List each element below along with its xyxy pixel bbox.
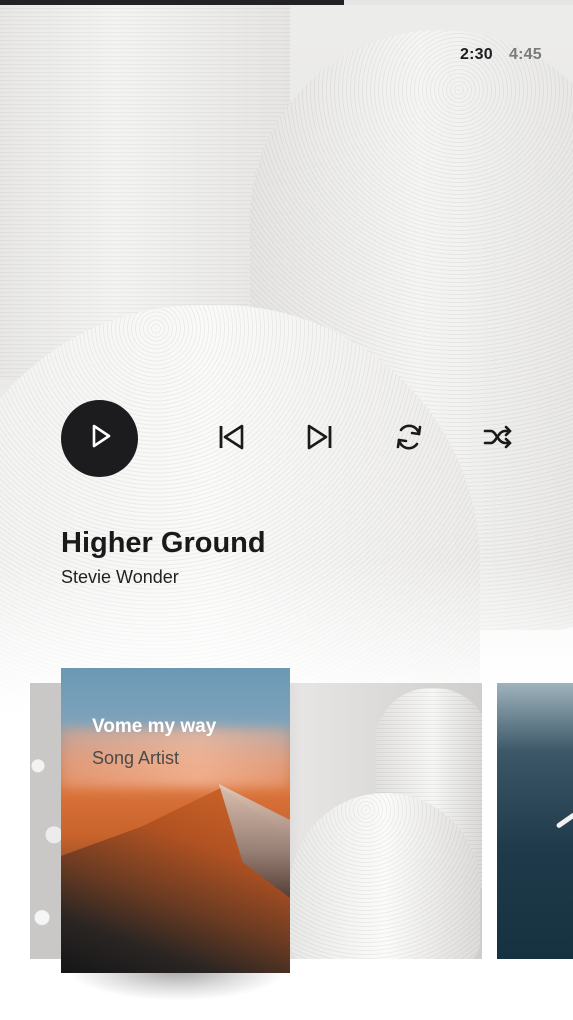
boat-thumbnail [555,812,573,829]
time-current: 2:30 [460,46,493,63]
next-button[interactable] [303,422,337,456]
carousel-card-next[interactable] [497,683,573,959]
album-hero-background [0,0,573,720]
time-total: 4:45 [509,46,542,63]
previous-icon [215,421,247,458]
card-song-title: Vome my way [92,716,217,737]
progress-fill [0,0,344,5]
shuffle-button[interactable] [481,422,515,456]
carousel-card-active[interactable]: Vome my way Song Artist [61,668,290,973]
play-icon [85,421,115,456]
song-title: Higher Ground [61,527,266,559]
playback-controls [0,400,573,478]
previous-button[interactable] [214,422,248,456]
next-icon [304,421,336,458]
song-artist: Stevie Wonder [61,567,179,587]
repeat-button[interactable] [392,422,426,456]
shuffle-icon [482,421,514,458]
play-button[interactable] [61,400,138,477]
progress-bar[interactable] [0,0,573,5]
repeat-icon [393,421,425,458]
card-song-artist: Song Artist [92,748,180,768]
